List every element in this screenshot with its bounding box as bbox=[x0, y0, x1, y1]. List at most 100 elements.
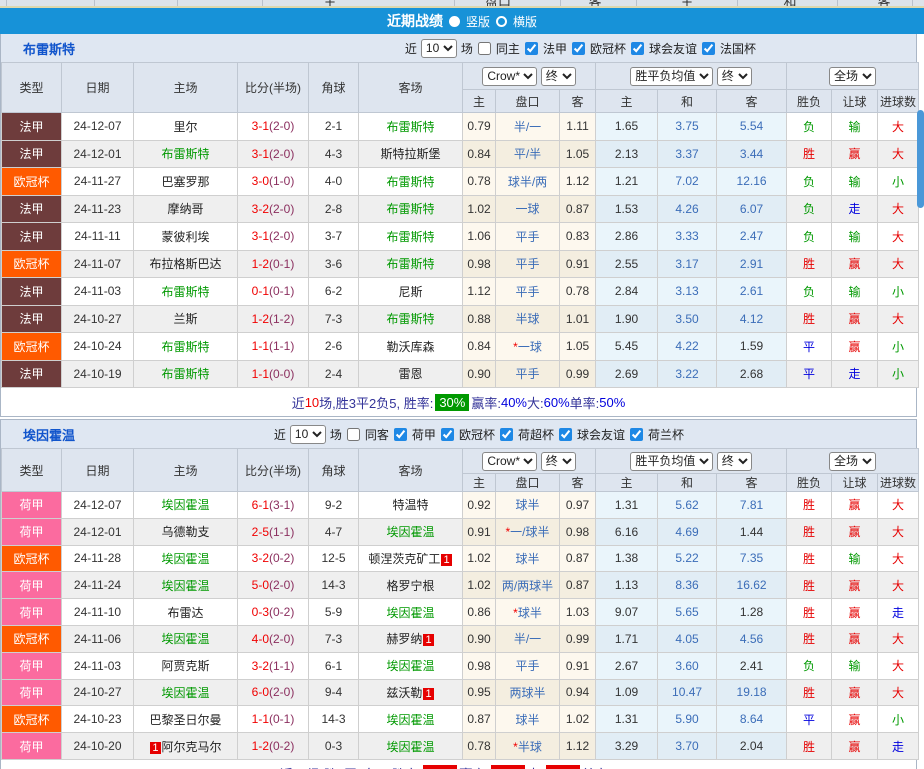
avg-home-odds: 1.90 bbox=[595, 304, 659, 333]
away-team-link[interactable]: 特温特 bbox=[392, 498, 428, 512]
home-team-link[interactable]: 里尔 bbox=[173, 120, 197, 134]
crow-away-odds: 0.98 bbox=[558, 517, 597, 546]
fulltime-select[interactable]: 全场 bbox=[829, 451, 877, 471]
league-checkbox-法国杯[interactable] bbox=[701, 41, 715, 55]
home-team-link[interactable]: 布雷斯特 bbox=[161, 147, 209, 161]
score-cell: 2-5(1-1) bbox=[237, 517, 309, 546]
layout-radio-horizontal[interactable] bbox=[496, 15, 507, 27]
match-count-select[interactable]: 10 bbox=[420, 38, 457, 58]
home-team-link[interactable]: 埃因霍温 bbox=[161, 552, 209, 566]
crow-home-odds: 0.84 bbox=[462, 139, 496, 168]
home-team-cell: 阿贾克斯 bbox=[133, 651, 238, 680]
away-team-link[interactable]: 埃因霍温 bbox=[386, 713, 434, 727]
same-venue-checkbox[interactable] bbox=[477, 41, 491, 55]
away-team-link[interactable]: 布雷斯特 bbox=[386, 257, 434, 271]
home-team-link[interactable]: 布拉格斯巴达 bbox=[149, 257, 221, 271]
section-filter-bar: 埃因霍温 近 10 场 同客 荷甲 欧冠杯 荷超杯 球会友谊 荷兰杯 bbox=[1, 420, 916, 448]
final-odds-select-2[interactable]: 终 bbox=[716, 66, 752, 86]
league-label: 欧冠杯 bbox=[458, 427, 495, 442]
match-type-badge: 法甲 bbox=[1, 359, 62, 388]
away-team-link[interactable]: 埃因霍温 bbox=[386, 606, 434, 620]
crow-home-odds: 0.84 bbox=[462, 332, 496, 361]
crow-home-odds: 0.91 bbox=[462, 517, 496, 546]
header-group-row: 类型 日期 主场 比分(半场) 角球 客场 Crow* 终胜平负均值 终全场 bbox=[1, 62, 920, 113]
league-checkbox-荷兰杯[interactable] bbox=[629, 427, 643, 441]
team-name-text: 布雷斯特 bbox=[386, 257, 435, 272]
home-team-link[interactable]: 乌德勒支 bbox=[161, 525, 209, 539]
home-team-link[interactable]: 蒙彼利埃 bbox=[161, 230, 209, 244]
crow-company-select[interactable]: Crow* bbox=[482, 66, 538, 86]
away-team-link[interactable]: 勒沃库森 bbox=[386, 340, 434, 354]
team-name-heading[interactable]: 埃因霍温 bbox=[9, 425, 75, 444]
league-checkbox-荷超杯[interactable] bbox=[499, 427, 513, 441]
crow-company-select[interactable]: Crow* bbox=[482, 451, 538, 471]
home-team-link[interactable]: 埃因霍温 bbox=[161, 579, 209, 593]
handicap-text: 平/半 bbox=[513, 147, 542, 162]
league-checkbox-欧冠杯[interactable] bbox=[571, 41, 585, 55]
home-team-link[interactable]: 埃因霍温 bbox=[161, 632, 209, 646]
away-team-link[interactable]: 埃因霍温 bbox=[386, 740, 434, 754]
away-team-link[interactable]: 兹沃勒 1 bbox=[386, 686, 434, 700]
home-team-link[interactable]: 巴黎圣日尔曼 bbox=[149, 713, 221, 727]
avg-odds-select[interactable]: 胜平负均值 bbox=[630, 451, 714, 471]
team-name-text: 特温特 bbox=[392, 498, 429, 513]
vertical-scrollbar-thumb[interactable] bbox=[917, 110, 924, 208]
home-team-link[interactable]: 1 阿尔克马尔 bbox=[149, 740, 222, 754]
fulltime-select[interactable]: 全场 bbox=[829, 66, 877, 86]
crow-home-odds: 1.06 bbox=[462, 222, 496, 251]
home-team-link[interactable]: 埃因霍温 bbox=[161, 686, 209, 700]
halftime-score: (1-2) bbox=[269, 311, 295, 326]
league-checkbox-法甲[interactable] bbox=[524, 41, 538, 55]
corner-score: 2-6 bbox=[308, 332, 359, 361]
away-team-link[interactable]: 布雷斯特 bbox=[386, 175, 434, 189]
home-team-link[interactable]: 埃因霍温 bbox=[161, 498, 209, 512]
layout-radio-vertical-label[interactable]: 竖版 bbox=[466, 13, 490, 30]
avg-away-odds: 2.91 bbox=[716, 249, 788, 278]
match-count-select[interactable]: 10 bbox=[289, 424, 326, 444]
same-venue-checkbox[interactable] bbox=[346, 427, 360, 441]
away-team-link[interactable]: 埃因霍温 bbox=[386, 659, 434, 673]
final-odds-select-2[interactable]: 终 bbox=[716, 451, 752, 471]
away-team-link[interactable]: 格罗宁根 bbox=[386, 579, 434, 593]
avg-home-odds: 1.21 bbox=[595, 167, 659, 196]
away-team-link[interactable]: 布雷斯特 bbox=[386, 202, 434, 216]
league-checkbox-欧冠杯[interactable] bbox=[440, 427, 454, 441]
home-team-link[interactable]: 阿贾克斯 bbox=[161, 659, 209, 673]
team-name-heading[interactable]: 布雷斯特 bbox=[9, 39, 75, 58]
away-team-link[interactable]: 尼斯 bbox=[398, 285, 422, 299]
away-team-link[interactable]: 布雷斯特 bbox=[386, 312, 434, 326]
home-team-link[interactable]: 巴塞罗那 bbox=[161, 175, 209, 189]
away-team-cell: 埃因霍温 bbox=[358, 705, 463, 734]
home-team-link[interactable]: 兰斯 bbox=[173, 312, 197, 326]
away-team-link[interactable]: 雷恩 bbox=[398, 367, 422, 381]
league-checkbox-球会友谊[interactable] bbox=[630, 41, 644, 55]
league-checkbox-荷甲[interactable] bbox=[393, 427, 407, 441]
results-table: 类型 日期 主场 比分(半场) 角球 客场 Crow* 终胜平负均值 终全场主盘口客主和客胜… bbox=[1, 62, 920, 388]
home-team-link[interactable]: 布雷斯特 bbox=[161, 340, 209, 354]
summary-segment: 场,胜8平1负1, 胜率: bbox=[307, 764, 421, 769]
home-team-link[interactable]: 摩纳哥 bbox=[167, 202, 203, 216]
avg-draw-odds: 5.22 bbox=[657, 544, 718, 573]
home-team-link[interactable]: 布雷斯特 bbox=[161, 285, 209, 299]
header-group-row: 类型 日期 主场 比分(半场) 角球 客场 Crow* 终胜平负均值 终全场 bbox=[1, 448, 920, 492]
away-team-link[interactable]: 斯特拉斯堡 bbox=[380, 147, 440, 161]
league-checkbox-球会友谊[interactable] bbox=[558, 427, 572, 441]
final-odds-select[interactable]: 终 bbox=[540, 451, 576, 471]
away-team-link[interactable]: 赫罗纳 1 bbox=[386, 632, 434, 647]
team-name-text: 尼斯 bbox=[398, 284, 423, 299]
column-header: 类型 bbox=[1, 448, 62, 492]
away-team-link[interactable]: 顿涅茨克矿工 1 bbox=[368, 552, 452, 566]
avg-odds-select[interactable]: 胜平负均值 bbox=[630, 66, 714, 86]
fulltime-score: 1-2 bbox=[251, 256, 269, 271]
away-team-link[interactable]: 布雷斯特 bbox=[386, 120, 434, 134]
home-team-link[interactable]: 布雷达 bbox=[167, 606, 203, 620]
away-team-link[interactable]: 布雷斯特 bbox=[386, 230, 434, 244]
away-team-link[interactable]: 埃因霍温 bbox=[386, 525, 434, 539]
home-team-link[interactable]: 布雷斯特 bbox=[161, 367, 209, 381]
match-row: 欧冠杯 24-11-06 埃因霍温 4-0(2-0) 7-3 赫罗纳 1 0.90 半/一 0.9… bbox=[1, 624, 920, 653]
layout-radio-horizontal-label[interactable]: 横版 bbox=[513, 13, 537, 30]
home-team-cell: 布雷斯特 bbox=[133, 139, 238, 168]
final-odds-select[interactable]: 终 bbox=[540, 66, 576, 86]
fulltime-score: 1-1 bbox=[251, 712, 269, 727]
layout-radio-vertical[interactable] bbox=[448, 15, 460, 27]
